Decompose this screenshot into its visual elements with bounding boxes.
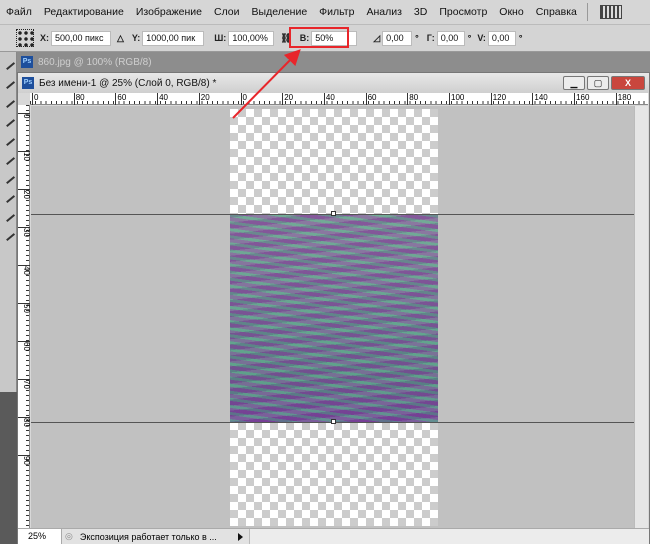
annotation-arrow (232, 49, 301, 119)
